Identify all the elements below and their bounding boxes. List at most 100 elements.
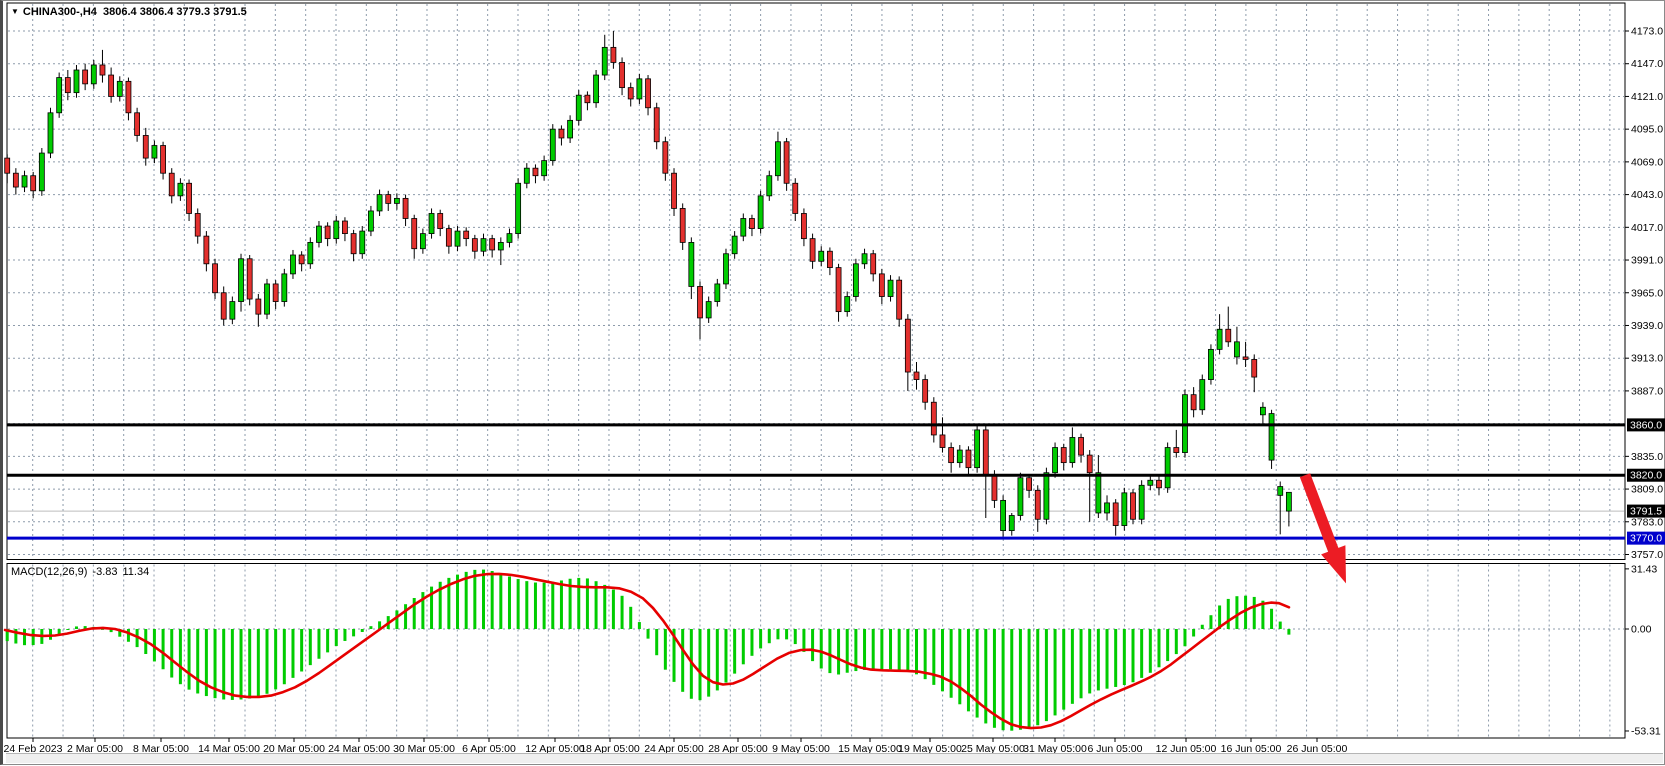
macd-bar [776, 629, 779, 639]
macd-bar [1227, 599, 1230, 629]
candle-body [1001, 500, 1006, 530]
macd-bar [283, 629, 286, 684]
macd-bar [958, 629, 961, 704]
macd-bar [534, 583, 537, 629]
candle-body [5, 158, 10, 173]
candle [265, 279, 270, 319]
macd-bar [915, 629, 918, 674]
candle-body [1278, 487, 1283, 496]
price-tick-label: 4173.0 [1631, 26, 1663, 38]
macd-bar [1201, 625, 1204, 629]
candle [1001, 495, 1006, 537]
candle-body [628, 88, 633, 99]
price-badge-text: 3860.0 [1630, 419, 1662, 431]
candle-body [749, 219, 754, 229]
window-footer [6, 753, 1663, 763]
candle [784, 138, 789, 191]
macd-bar [1010, 629, 1013, 731]
macd-bar [1140, 629, 1143, 678]
candle-body [819, 251, 824, 261]
macd-bar [1209, 615, 1212, 629]
candle-body [351, 234, 356, 254]
candle-body [316, 226, 321, 242]
macd-bar [508, 577, 511, 629]
macd-bar [846, 629, 849, 673]
macd-bar [32, 629, 35, 645]
ohlc-text: 3806.4 3806.4 3779.3 3791.5 [103, 6, 247, 18]
macd-bar [941, 629, 944, 691]
macd-bar [343, 629, 346, 641]
candle [758, 191, 763, 234]
candle [213, 259, 218, 299]
macd-bar [257, 629, 260, 697]
candle-body [897, 280, 902, 319]
macd-bar [551, 582, 554, 629]
candle-body [1018, 478, 1023, 516]
candle [1208, 344, 1213, 384]
macd-tick-label: 0.00 [1631, 624, 1652, 636]
candle [853, 259, 858, 302]
macd-bar [1192, 629, 1195, 636]
price-tick-label: 4121.0 [1631, 91, 1663, 103]
candle-body [905, 319, 910, 372]
candle-body [533, 168, 538, 176]
macd-bar [1166, 629, 1169, 661]
candle-body [57, 78, 62, 113]
price-badge-3860.0: 3860.0 [1627, 418, 1665, 431]
candle-body [723, 254, 728, 284]
candle-body [1096, 473, 1101, 513]
macd-bar [950, 629, 953, 698]
macd-bar [517, 579, 520, 629]
macd-bar [188, 629, 191, 690]
macd-bar [647, 629, 650, 639]
symbol-dropdown-icon[interactable]: ▼ [11, 7, 19, 16]
macd-bar [75, 626, 78, 629]
candle-body [1217, 329, 1222, 349]
candle-body [48, 113, 53, 153]
candle-body [602, 47, 607, 75]
candle-body [793, 183, 798, 213]
macd-bar [196, 629, 199, 693]
candle-body [983, 430, 988, 475]
macd-bar [863, 629, 866, 670]
candle-body [810, 239, 815, 262]
macd-bar [802, 629, 805, 652]
macd-bar [768, 629, 771, 643]
candle-body [689, 242, 694, 286]
macd-bar [1132, 629, 1135, 682]
price-tick-label: 4043.0 [1631, 189, 1663, 201]
candle-body [100, 65, 105, 75]
macd-bar [491, 571, 494, 629]
candle [247, 255, 252, 305]
price-tick-label: 3913.0 [1631, 353, 1663, 365]
price-tick-label: 4147.0 [1631, 58, 1663, 70]
candle-body [204, 236, 209, 264]
candle-body [1035, 490, 1040, 519]
candle-body [1269, 414, 1274, 461]
candle-body [420, 234, 425, 249]
macd-bar [179, 629, 182, 684]
macd-bar [266, 629, 269, 694]
macd-bar [724, 629, 727, 683]
candle [1053, 443, 1058, 478]
macd-bar [759, 629, 762, 648]
chart-canvas[interactable]: 4173.04147.04121.04095.04069.04043.04017… [3, 1, 1665, 766]
price-tick-label: 3887.0 [1631, 385, 1663, 397]
candle-body [360, 231, 365, 254]
macd-bar [1080, 629, 1083, 698]
candle-body [516, 183, 521, 233]
price-tick-label: 4017.0 [1631, 222, 1663, 234]
candle-body [966, 450, 971, 468]
candle-body [290, 255, 295, 274]
macd-bar [23, 629, 26, 645]
macd-bar [326, 629, 329, 652]
candle-body [767, 176, 772, 196]
candle-body [117, 81, 122, 96]
macd-axis[interactable]: 31.430.00-53.31 [1625, 563, 1661, 737]
macd-bar [828, 629, 831, 673]
candle-body [1234, 342, 1239, 357]
candle-body [568, 120, 573, 138]
macd-bar [317, 629, 320, 659]
macd-bar [872, 629, 875, 669]
candle-body [161, 146, 166, 174]
